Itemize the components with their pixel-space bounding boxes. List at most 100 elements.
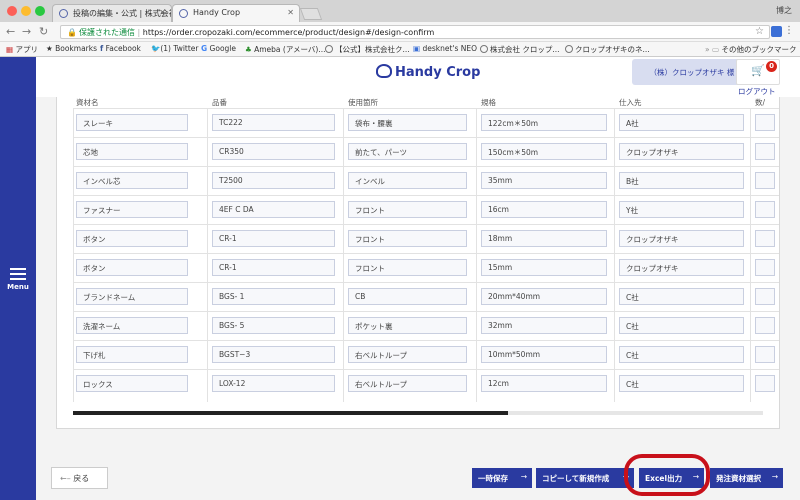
- bookmark-star-icon[interactable]: ☆: [755, 26, 764, 37]
- table-cell-input[interactable]: インベル: [348, 172, 467, 189]
- minimize-window-icon[interactable]: [21, 6, 31, 16]
- forward-arrow-icon[interactable]: →: [22, 25, 31, 38]
- profile-name[interactable]: 博之: [776, 5, 792, 16]
- table-cell-input[interactable]: 20mm*40mm: [481, 288, 607, 305]
- table-cell-input[interactable]: TC222: [212, 114, 335, 131]
- maximize-window-icon[interactable]: [35, 6, 45, 16]
- table-cell-input[interactable]: CB: [348, 288, 467, 305]
- table-cell-input[interactable]: [755, 375, 775, 392]
- bookmark-other[interactable]: » ▭ その他のブックマーク: [705, 44, 796, 55]
- table-cell-input[interactable]: 右ベルトループ: [348, 346, 467, 363]
- table-cell-input[interactable]: フロント: [348, 259, 467, 276]
- table-cell-input[interactable]: ボタン: [76, 230, 188, 247]
- table-cell-input[interactable]: BGS- 5: [212, 317, 335, 334]
- table-cell-input[interactable]: C社: [619, 375, 744, 392]
- table-cell-input[interactable]: 袋布・腰裏: [348, 114, 467, 131]
- back-button[interactable]: ←– 戻る: [51, 467, 108, 489]
- close-tab-icon[interactable]: ✕: [287, 8, 294, 17]
- hand-logo-icon: [376, 64, 392, 78]
- back-arrow-icon[interactable]: ←: [6, 25, 15, 38]
- table-cell-input[interactable]: 4EF C DA: [212, 201, 335, 218]
- table-cell-input[interactable]: [755, 172, 775, 189]
- extension-icon[interactable]: [771, 26, 782, 37]
- bookmark-google[interactable]: G Google: [201, 44, 236, 53]
- table-cell-input[interactable]: [755, 259, 775, 276]
- table-cell-input[interactable]: ブランドネーム: [76, 288, 188, 305]
- table-cell-input[interactable]: ファスナー: [76, 201, 188, 218]
- table-cell-input[interactable]: 122cm＊50m: [481, 114, 607, 131]
- menu-button[interactable]: Menu: [6, 265, 30, 295]
- browser-menu-icon[interactable]: ⋮: [784, 25, 794, 36]
- table-cell-input[interactable]: ロックス: [76, 375, 188, 392]
- browser-tab-1[interactable]: 投稿の編集・公式 | 株式会社ク... ✕: [52, 4, 172, 22]
- bookmark-official[interactable]: 【公式】株式会社ク...: [325, 44, 410, 55]
- bookmark-bookmarks[interactable]: ★ Bookmarks: [46, 44, 97, 53]
- bookmark-facebook[interactable]: f Facebook: [100, 44, 141, 53]
- table-cell-input[interactable]: クロップオザキ: [619, 259, 744, 276]
- new-tab-button[interactable]: [299, 8, 323, 20]
- table-cell-input[interactable]: 12cm: [481, 375, 607, 392]
- table-cell-input[interactable]: T2500: [212, 172, 335, 189]
- user-account-button[interactable]: （株）クロップオザキ 様: [632, 59, 752, 85]
- table-cell-input[interactable]: 下げ札: [76, 346, 188, 363]
- table-cell-input[interactable]: C社: [619, 346, 744, 363]
- bookmark-ameba[interactable]: ♣ Ameba (アメーバ)...: [245, 44, 325, 55]
- table-cell-input[interactable]: [755, 143, 775, 160]
- table-cell-input[interactable]: [755, 288, 775, 305]
- button-label: 一時保存: [478, 474, 508, 483]
- table-cell-input[interactable]: BGS- 1: [212, 288, 335, 305]
- copy-new-button[interactable]: コピーして新規作成 →: [536, 468, 634, 488]
- table-cell-input[interactable]: A社: [619, 114, 744, 131]
- horizontal-scrollbar-thumb[interactable]: [73, 411, 508, 415]
- table-cell-input[interactable]: ボタン: [76, 259, 188, 276]
- table-cell-input[interactable]: CR350: [212, 143, 335, 160]
- table-cell-input[interactable]: 32mm: [481, 317, 607, 334]
- bookmark-crop-net[interactable]: クロップオザキのネ...: [565, 44, 650, 55]
- temporary-save-button[interactable]: 一時保存 →: [472, 468, 532, 488]
- close-tab-icon[interactable]: ✕: [159, 8, 166, 17]
- column-header: 仕入先: [619, 98, 642, 107]
- table-cell-input[interactable]: 洗濯ネーム: [76, 317, 188, 334]
- table-cell-input[interactable]: 16cm: [481, 201, 607, 218]
- table-cell-input[interactable]: Y社: [619, 201, 744, 218]
- table-cell-input[interactable]: [755, 346, 775, 363]
- reload-icon[interactable]: ↻: [39, 25, 48, 38]
- table-cell-input[interactable]: 15mm: [481, 259, 607, 276]
- table-cell-input[interactable]: 150cm＊50m: [481, 143, 607, 160]
- table-cell-input[interactable]: C社: [619, 288, 744, 305]
- bookmark-crop-company[interactable]: 株式会社 クロップ...: [480, 44, 560, 55]
- user-name: （株）クロップオザキ 様: [649, 68, 735, 77]
- table-cell-input[interactable]: B社: [619, 172, 744, 189]
- table-cell-input[interactable]: BGST−3: [212, 346, 335, 363]
- order-material-select-button[interactable]: 発注資材選択 →: [710, 468, 783, 488]
- logout-link[interactable]: ログアウト: [738, 86, 776, 97]
- table-cell-input[interactable]: [755, 317, 775, 334]
- table-cell-input[interactable]: スレーキ: [76, 114, 188, 131]
- logo[interactable]: Handy Crop: [376, 64, 480, 80]
- table-cell-input[interactable]: [755, 114, 775, 131]
- table-cell-input[interactable]: [755, 230, 775, 247]
- bookmark-apps[interactable]: ▦ アプリ: [6, 44, 38, 55]
- table-cell-input[interactable]: CR-1: [212, 259, 335, 276]
- table-cell-input[interactable]: CR-1: [212, 230, 335, 247]
- table-cell-input[interactable]: クロップオザキ: [619, 143, 744, 160]
- table-cell-input[interactable]: ポケット裏: [348, 317, 467, 334]
- table-cell-input[interactable]: フロント: [348, 201, 467, 218]
- table-cell-input[interactable]: 10mm*50mm: [481, 346, 607, 363]
- table-cell-input[interactable]: クロップオザキ: [619, 230, 744, 247]
- table-cell-input[interactable]: 35mm: [481, 172, 607, 189]
- url-input[interactable]: 🔒 保護された通信 | https://order.cropozaki.com/e…: [60, 25, 770, 39]
- table-cell-input[interactable]: 芯地: [76, 143, 188, 160]
- table-cell-input[interactable]: インベル芯: [76, 172, 188, 189]
- table-cell-input[interactable]: 前たて、パーツ: [348, 143, 467, 160]
- table-cell-input[interactable]: フロント: [348, 230, 467, 247]
- table-cell-input[interactable]: C社: [619, 317, 744, 334]
- table-cell-input[interactable]: LOX-12: [212, 375, 335, 392]
- table-cell-input[interactable]: 右ベルトループ: [348, 375, 467, 392]
- table-cell-input[interactable]: [755, 201, 775, 218]
- bookmark-desknets[interactable]: ▣ desknet's NEO: [413, 44, 477, 53]
- table-cell-input[interactable]: 18mm: [481, 230, 607, 247]
- close-window-icon[interactable]: [7, 6, 17, 16]
- browser-tab-2[interactable]: Handy Crop ✕: [172, 4, 300, 22]
- bookmark-twitter[interactable]: 🐦(1) Twitter: [151, 44, 199, 53]
